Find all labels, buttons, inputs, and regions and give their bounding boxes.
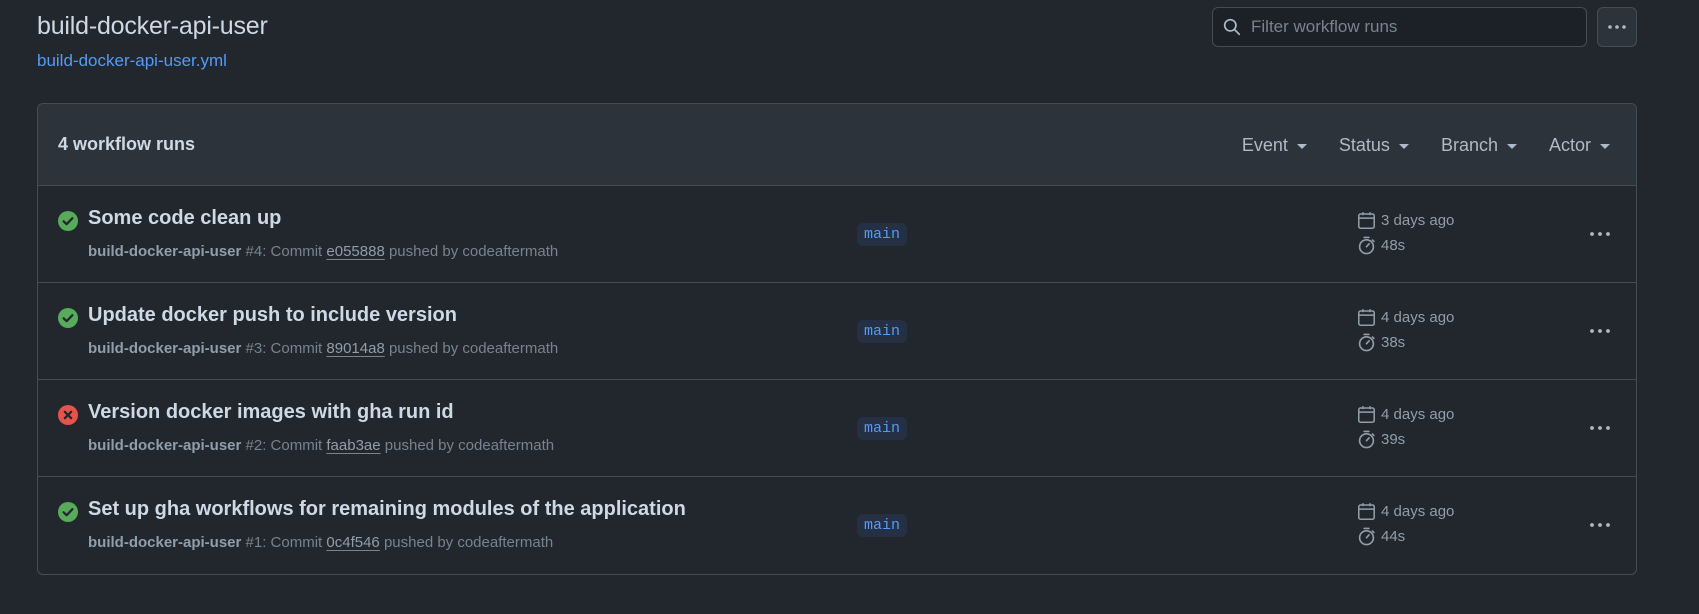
filter-actor-label: Actor xyxy=(1548,134,1591,155)
run-date: 4 days ago xyxy=(1357,308,1454,327)
chevron-down-icon xyxy=(1600,143,1610,149)
chevron-down-icon xyxy=(1506,143,1517,149)
run-date: 3 days ago xyxy=(1357,211,1454,230)
search-icon xyxy=(1223,18,1241,36)
run-number: #4 xyxy=(245,243,263,260)
run-meta: build-docker-api-user #4: Commit e055888… xyxy=(88,243,558,260)
run-more-button[interactable] xyxy=(1585,514,1615,536)
filter-actor-dropdown[interactable]: Actor xyxy=(1549,135,1610,156)
workflow-run-row[interactable]: Set up gha workflows for remaining modul… xyxy=(38,477,1636,574)
calendar-icon xyxy=(1358,406,1375,423)
stopwatch-icon xyxy=(1358,430,1375,449)
run-workflow-name: build-docker-api-user xyxy=(88,534,242,551)
run-pushed-by: pushed by codeaftermath xyxy=(388,243,559,260)
run-pushed-by: pushed by codeaftermath xyxy=(384,437,555,454)
run-commit-prefix: : Commit xyxy=(262,340,323,357)
branch-label[interactable]: main xyxy=(857,514,908,537)
run-when: 4 days ago xyxy=(1381,406,1455,423)
run-duration-value: 39s xyxy=(1381,431,1406,448)
workflow-run-row[interactable]: Some code clean up build-docker-api-user… xyxy=(38,186,1636,283)
check-circle-fill-icon xyxy=(58,211,78,231)
run-title-link[interactable]: Some code clean up xyxy=(88,207,281,230)
runs-count: 4 workflow runs xyxy=(58,134,196,154)
filter-branch-dropdown[interactable]: Branch xyxy=(1441,135,1517,156)
filter-status-label: Status xyxy=(1338,134,1390,155)
run-more-button[interactable] xyxy=(1585,417,1615,439)
run-title-link[interactable]: Update docker push to include version xyxy=(88,304,457,327)
run-duration-value: 38s xyxy=(1381,334,1406,351)
run-commit-prefix: : Commit xyxy=(262,437,323,454)
workflow-title: build-docker-api-user xyxy=(37,12,268,40)
workflow-run-row[interactable]: Update docker push to include version bu… xyxy=(38,283,1636,380)
run-duration-value: 48s xyxy=(1381,237,1406,254)
commit-sha-link[interactable]: e055888 xyxy=(326,243,384,260)
run-when: 3 days ago xyxy=(1381,212,1455,229)
run-date: 4 days ago xyxy=(1357,405,1454,424)
run-more-button[interactable] xyxy=(1585,320,1615,342)
run-filters: Event Status Branch Actor xyxy=(1210,104,1610,186)
run-title-link[interactable]: Set up gha workflows for remaining modul… xyxy=(88,498,686,521)
branch-label[interactable]: main xyxy=(857,223,908,246)
x-circle-fill-icon xyxy=(58,405,78,425)
check-circle-fill-icon xyxy=(58,502,78,522)
run-when: 4 days ago xyxy=(1381,503,1455,520)
run-date: 4 days ago xyxy=(1357,502,1454,521)
run-duration: 48s xyxy=(1357,236,1405,255)
calendar-icon xyxy=(1358,503,1375,520)
workflow-more-button[interactable] xyxy=(1597,7,1637,47)
run-meta: build-docker-api-user #2: Commit faab3ae… xyxy=(88,437,554,454)
kebab-horizontal-icon xyxy=(1590,329,1610,333)
kebab-horizontal-icon xyxy=(1608,25,1626,29)
filter-event-label: Event xyxy=(1241,134,1288,155)
run-number: #2 xyxy=(245,437,263,454)
runs-box-header: 4 workflow runs Event Status Branch Acto… xyxy=(38,104,1636,186)
run-number: #3 xyxy=(245,340,263,357)
run-duration-value: 44s xyxy=(1381,528,1406,545)
branch-label[interactable]: main xyxy=(857,320,908,343)
run-pushed-by: pushed by codeaftermath xyxy=(383,534,554,551)
run-title-link[interactable]: Version docker images with gha run id xyxy=(88,401,454,424)
run-workflow-name: build-docker-api-user xyxy=(88,437,242,454)
workflow-run-row[interactable]: Version docker images with gha run id bu… xyxy=(38,380,1636,477)
kebab-horizontal-icon xyxy=(1590,232,1610,236)
stopwatch-icon xyxy=(1358,333,1375,352)
filter-branch-label: Branch xyxy=(1440,134,1498,155)
run-number: #1 xyxy=(245,534,263,551)
run-more-button[interactable] xyxy=(1585,223,1615,245)
run-duration: 39s xyxy=(1357,430,1405,449)
kebab-horizontal-icon xyxy=(1590,523,1610,527)
workflow-runs-box: 4 workflow runs Event Status Branch Acto… xyxy=(37,103,1637,575)
run-meta: build-docker-api-user #3: Commit 89014a8… xyxy=(88,340,558,357)
chevron-down-icon xyxy=(1398,143,1409,149)
run-pushed-by: pushed by codeaftermath xyxy=(388,340,559,357)
stopwatch-icon xyxy=(1358,527,1375,546)
chevron-down-icon xyxy=(1296,143,1307,149)
check-circle-fill-icon xyxy=(58,308,78,328)
run-commit-prefix: : Commit xyxy=(262,243,323,260)
filter-status-dropdown[interactable]: Status xyxy=(1339,135,1409,156)
filter-event-dropdown[interactable]: Event xyxy=(1242,135,1307,156)
branch-label[interactable]: main xyxy=(857,417,908,440)
filter-runs-input[interactable] xyxy=(1251,17,1551,37)
commit-sha-link[interactable]: 89014a8 xyxy=(326,340,384,357)
run-meta: build-docker-api-user #1: Commit 0c4f546… xyxy=(88,534,553,551)
run-duration: 38s xyxy=(1357,333,1405,352)
workflow-header: build-docker-api-user build-docker-api-u… xyxy=(37,12,268,71)
run-duration: 44s xyxy=(1357,527,1405,546)
filter-runs-search[interactable] xyxy=(1212,7,1587,47)
run-workflow-name: build-docker-api-user xyxy=(88,340,242,357)
commit-sha-link[interactable]: faab3ae xyxy=(326,437,380,454)
commit-sha-link[interactable]: 0c4f546 xyxy=(326,534,379,551)
run-workflow-name: build-docker-api-user xyxy=(88,243,242,260)
calendar-icon xyxy=(1358,212,1375,229)
runs-list: Some code clean up build-docker-api-user… xyxy=(38,186,1636,574)
run-when: 4 days ago xyxy=(1381,309,1455,326)
calendar-icon xyxy=(1358,309,1375,326)
workflow-file-link[interactable]: build-docker-api-user.yml xyxy=(37,51,268,71)
stopwatch-icon xyxy=(1358,236,1375,255)
kebab-horizontal-icon xyxy=(1590,426,1610,430)
run-commit-prefix: : Commit xyxy=(262,534,323,551)
